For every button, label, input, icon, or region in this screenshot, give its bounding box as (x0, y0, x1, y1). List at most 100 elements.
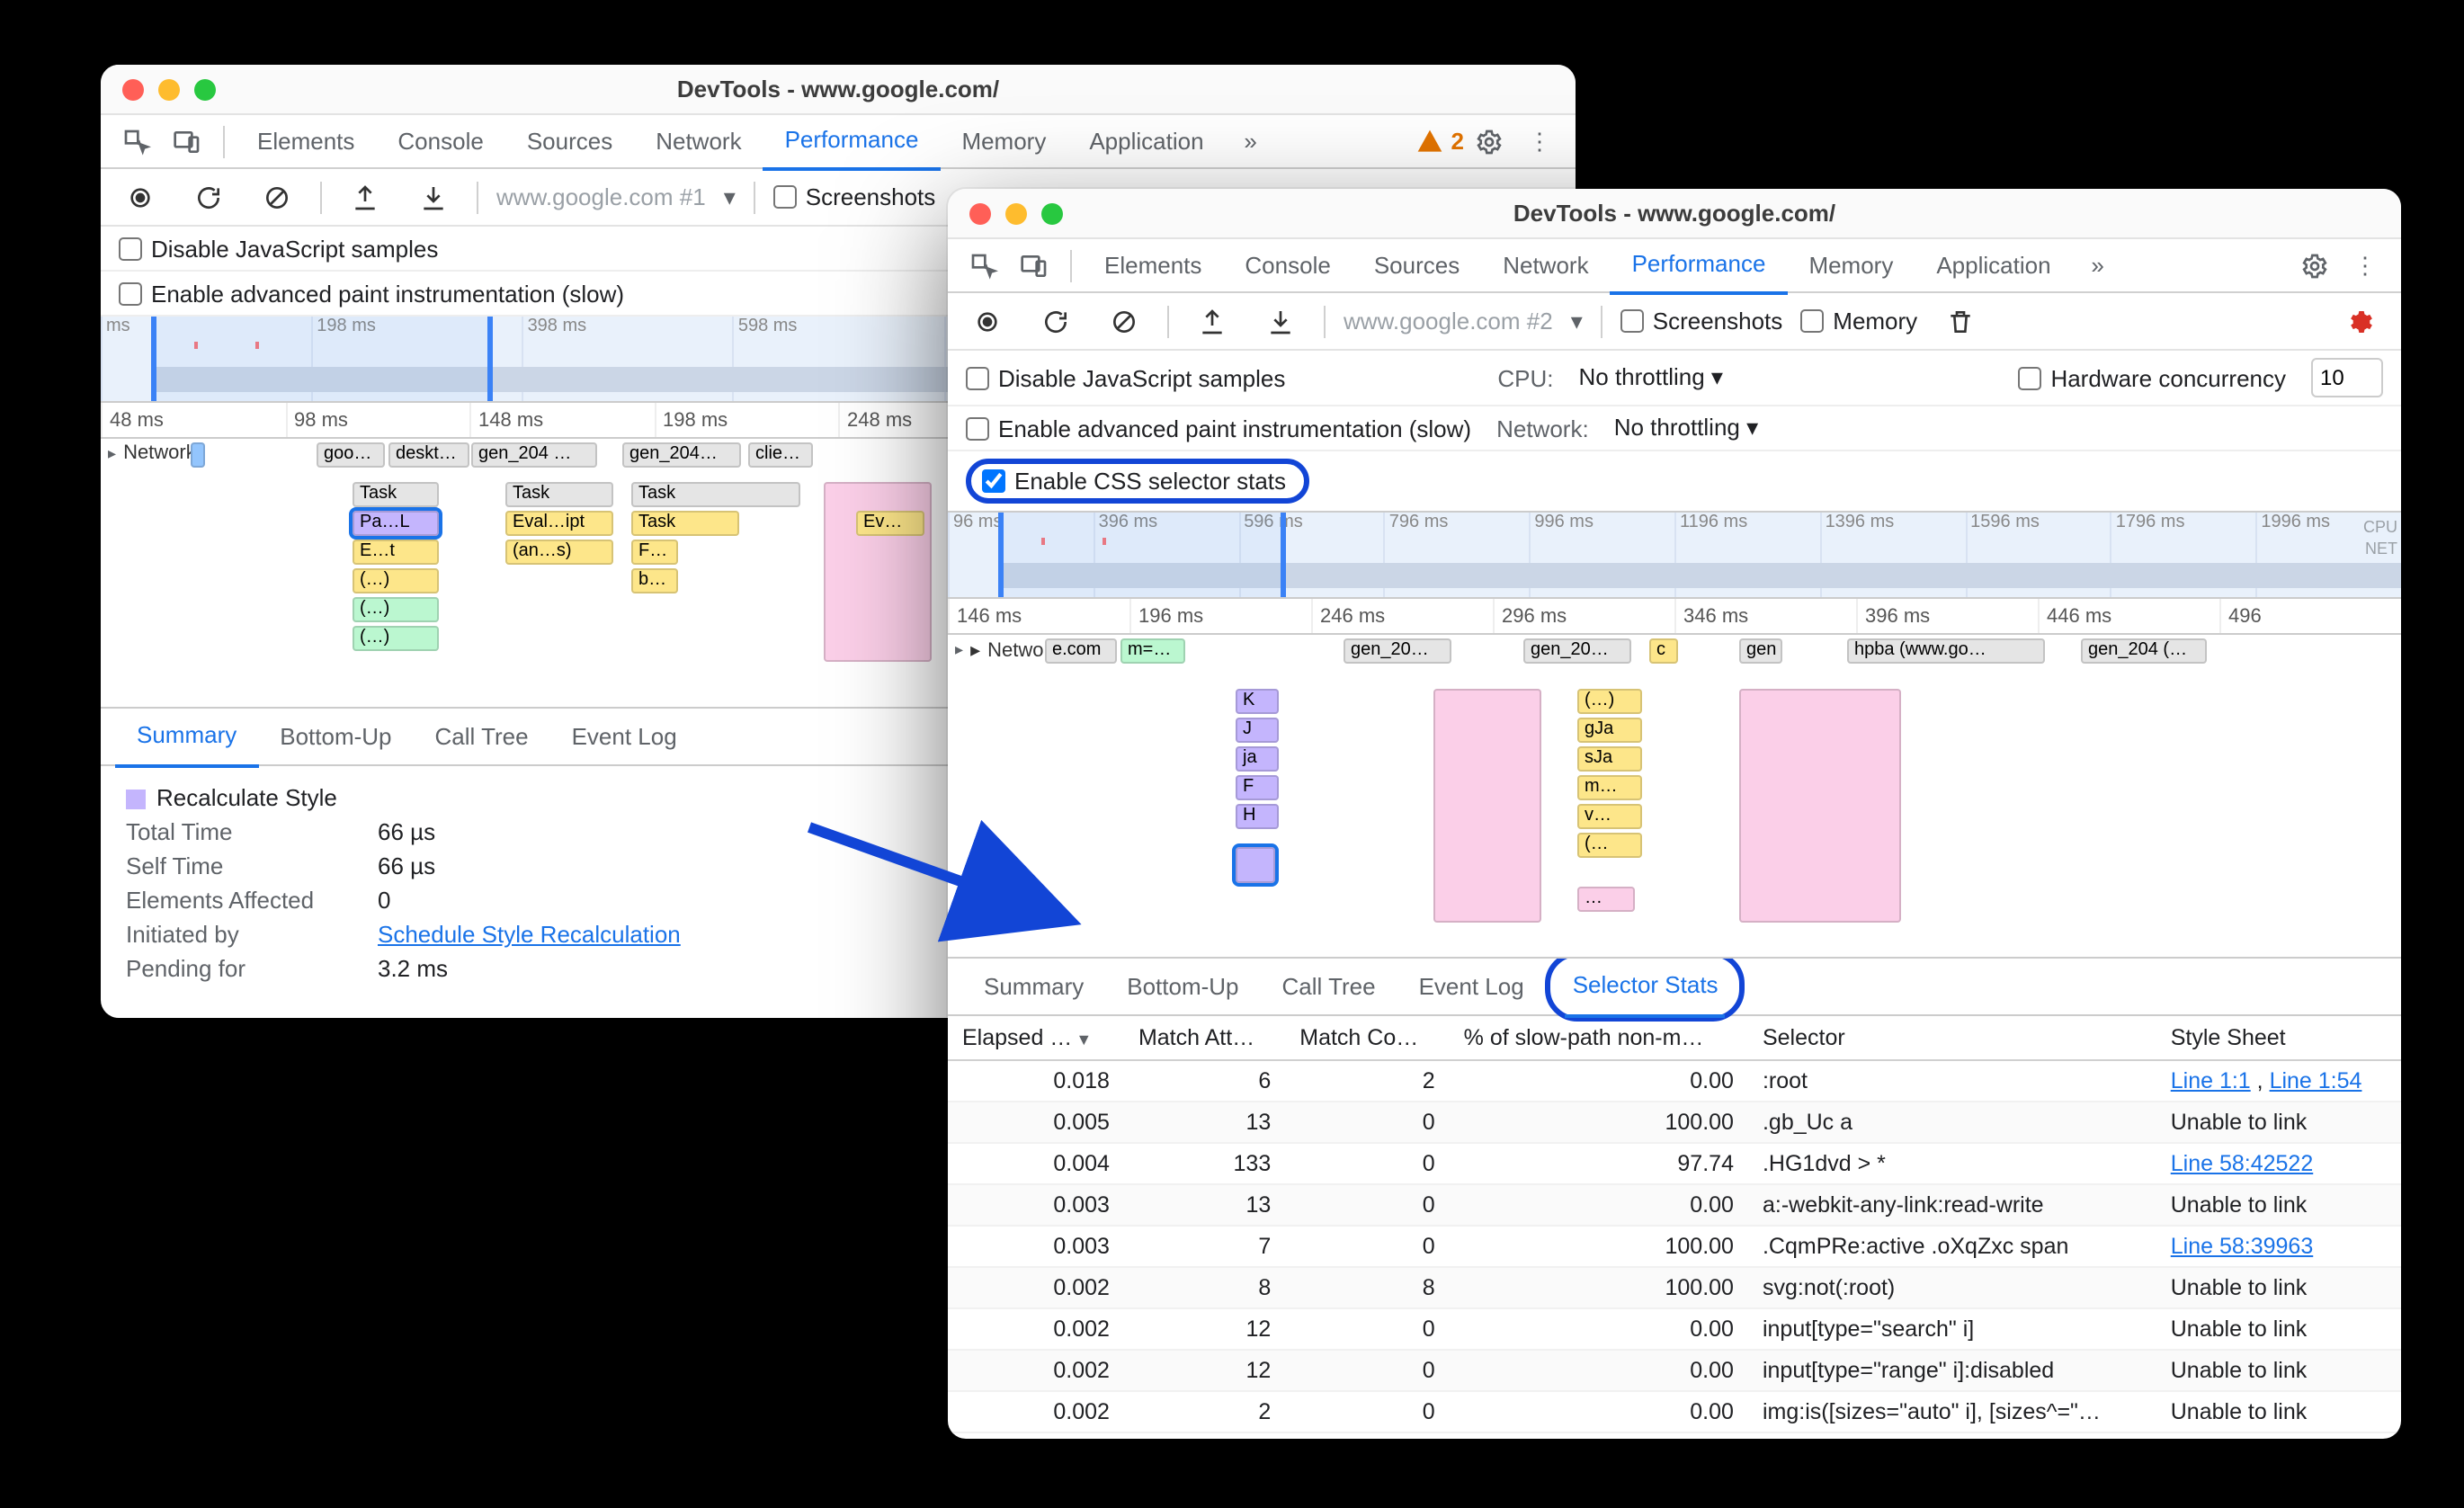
flame-entry[interactable]: v… (1577, 804, 1642, 829)
tab-sources[interactable]: Sources (505, 114, 634, 168)
network-throttle-select[interactable]: No throttling ▾ (1614, 414, 1758, 442)
detail-tab-calltree[interactable]: Call Tree (414, 708, 550, 765)
settings-icon[interactable] (2290, 251, 2340, 280)
tab-elements[interactable]: Elements (236, 114, 376, 168)
flame-block[interactable] (1739, 689, 1901, 923)
reload-icon[interactable] (1031, 307, 1081, 335)
detail-tab-summary[interactable]: Summary (962, 958, 1105, 1015)
kebab-menu-icon[interactable]: ⋮ (2340, 251, 2390, 280)
table-row[interactable]: 0.005130100.00.gb_Uc aUnable to link (948, 1102, 2401, 1143)
net-item[interactable]: gen (1739, 638, 1782, 664)
download-icon[interactable] (1255, 307, 1306, 335)
table-row[interactable]: 0.018620.00:rootLine 1:1 , Line 1:54 (948, 1060, 2401, 1102)
flame-entry[interactable]: (…) (1577, 689, 1642, 714)
screenshots-checkbox[interactable]: Screenshots (1620, 308, 1783, 335)
paint-instrumentation-checkbox[interactable]: Enable advanced paint instrumentation (s… (966, 415, 1471, 442)
flame-entry[interactable]: m… (1577, 775, 1642, 800)
col-header[interactable]: Match Co… (1285, 1016, 1449, 1060)
net-item[interactable]: gen_204 … (471, 442, 597, 468)
table-row[interactable]: 0.004133097.74.HG1dvd > *Line 58:42522 (948, 1143, 2401, 1184)
net-item[interactable]: hpba (www.go… (1847, 638, 2045, 664)
capture-settings-icon[interactable] (2336, 307, 2387, 335)
flame-entry[interactable]: (…) (353, 597, 439, 622)
device-toolbar-icon[interactable] (162, 127, 212, 156)
flame-entry[interactable]: E…t (353, 540, 439, 565)
flame-entry[interactable] (824, 482, 932, 662)
upload-icon[interactable] (1187, 307, 1237, 335)
hw-concurrency-checkbox[interactable]: Hardware concurrency (2018, 364, 2286, 391)
net-item[interactable]: m=… (1120, 638, 1185, 664)
table-row[interactable]: 0.00370100.00.CqmPRe:active .oXqZxc span… (948, 1226, 2401, 1267)
clear-icon[interactable] (252, 183, 302, 211)
flame-task[interactable]: Task (353, 482, 439, 507)
titlebar[interactable]: DevTools - www.google.com/ (948, 189, 2401, 239)
tab-performance[interactable]: Performance (1611, 237, 1788, 295)
tab-application[interactable]: Application (1915, 238, 2072, 292)
titlebar[interactable]: DevTools - www.google.com/ (101, 65, 1576, 115)
flame-entry[interactable]: H (1236, 804, 1279, 829)
detail-tab-summary[interactable]: Summary (115, 707, 258, 768)
tab-console[interactable]: Console (1223, 238, 1352, 292)
table-row[interactable]: 0.0021200.00input[type="range" i]:disabl… (948, 1350, 2401, 1391)
time-axis[interactable]: 146 ms196 ms246 ms296 ms346 ms396 ms446 … (948, 599, 2401, 635)
net-item[interactable]: deskt… (388, 442, 469, 468)
stylesheet-link[interactable]: Line 1:54 (2270, 1068, 2362, 1093)
detail-tab-eventlog[interactable]: Event Log (1397, 958, 1546, 1015)
tab-elements[interactable]: Elements (1083, 238, 1223, 292)
initiator-link[interactable]: Schedule Style Recalculation (378, 921, 681, 948)
flame-entry[interactable]: (… (1577, 833, 1642, 858)
col-header[interactable]: % of slow-path non-m… (1450, 1016, 1748, 1060)
dropdown-caret-icon[interactable]: ▾ (724, 183, 736, 211)
flame-entry[interactable]: sJa (1577, 746, 1642, 772)
table-row[interactable]: 0.00288100.00svg:not(:root)Unable to lin… (948, 1267, 2401, 1308)
disable-js-checkbox[interactable]: Disable JavaScript samples (119, 235, 438, 262)
tab-sources[interactable]: Sources (1353, 238, 1481, 292)
tab-network[interactable]: Network (1481, 238, 1610, 292)
recording-selector[interactable]: www.google.com #1 (496, 183, 706, 210)
net-item[interactable]: gen_20… (1523, 638, 1631, 664)
net-item[interactable]: clie… (748, 442, 813, 468)
flame-entry[interactable]: … (1577, 887, 1635, 912)
net-item[interactable]: goo… (317, 442, 385, 468)
detail-tab-eventlog[interactable]: Event Log (550, 708, 699, 765)
download-icon[interactable] (408, 183, 459, 211)
flame-entry[interactable]: Eval…ipt (505, 511, 613, 536)
settings-icon[interactable] (1464, 127, 1514, 156)
dropdown-caret-icon[interactable]: ▾ (1571, 307, 1583, 335)
inspect-icon[interactable] (112, 127, 162, 156)
flame-entry[interactable]: (…) (353, 626, 439, 651)
tab-memory[interactable]: Memory (1787, 238, 1915, 292)
flame-entry[interactable]: Ev… (856, 511, 924, 536)
stylesheet-link[interactable]: Line 1:1 (2171, 1068, 2251, 1093)
device-toolbar-icon[interactable] (1009, 251, 1059, 280)
more-tabs-icon[interactable]: » (1226, 128, 1276, 155)
marker[interactable] (191, 442, 205, 468)
inspect-icon[interactable] (959, 251, 1009, 280)
flame-task[interactable]: Task (505, 482, 613, 507)
hw-concurrency-input[interactable] (2311, 358, 2383, 397)
flame-block[interactable] (1433, 689, 1541, 923)
reload-icon[interactable] (183, 183, 234, 211)
tab-application[interactable]: Application (1067, 114, 1225, 168)
detail-tab-bottomup[interactable]: Bottom-Up (1105, 958, 1260, 1015)
record-icon[interactable] (962, 307, 1013, 335)
clear-icon[interactable] (1099, 307, 1149, 335)
paint-instrumentation-checkbox[interactable]: Enable advanced paint instrumentation (s… (119, 280, 624, 307)
net-item[interactable]: gen_204… (622, 442, 741, 468)
record-icon[interactable] (115, 183, 165, 211)
detail-tab-calltree[interactable]: Call Tree (1261, 958, 1397, 1015)
flame-entry-selected[interactable] (1236, 847, 1275, 883)
net-item[interactable]: gen_20… (1344, 638, 1451, 664)
col-header[interactable]: Style Sheet (2156, 1016, 2401, 1060)
flame-entry[interactable]: F… (631, 540, 678, 565)
upload-icon[interactable] (340, 183, 390, 211)
tab-console[interactable]: Console (376, 114, 504, 168)
net-item[interactable]: c (1649, 638, 1678, 664)
flame-chart[interactable]: ▸ Network e.com m=… gen_20… gen_20… c ge… (948, 635, 2401, 959)
stylesheet-link[interactable]: Line 58:39963 (2171, 1234, 2314, 1259)
flame-entry[interactable]: (an…s) (505, 540, 613, 565)
flame-entry[interactable]: J (1236, 718, 1279, 743)
col-header[interactable]: Selector (1748, 1016, 2156, 1060)
stylesheet-link[interactable]: Line 58:42522 (2171, 1151, 2314, 1176)
garbage-collect-icon[interactable] (1935, 307, 1986, 335)
